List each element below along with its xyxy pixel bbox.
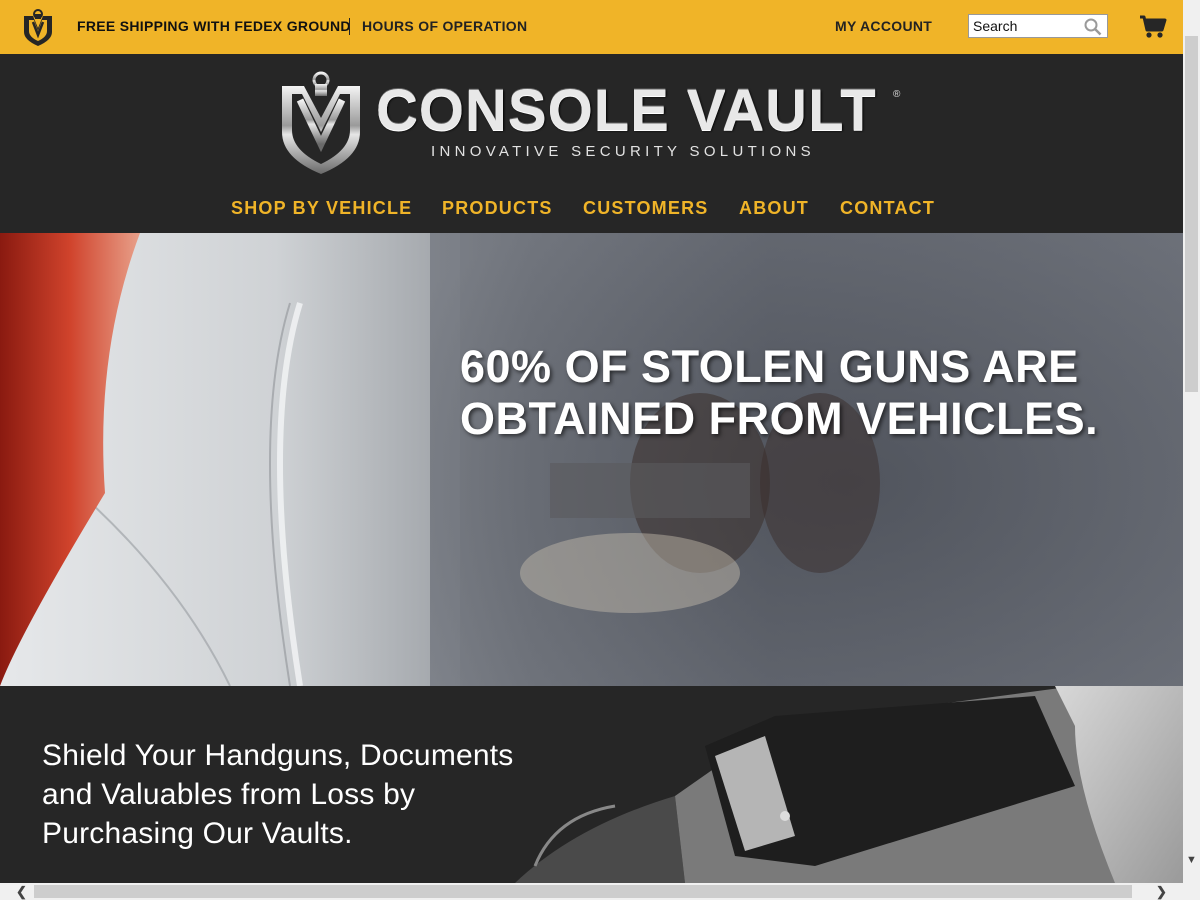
vertical-scrollbar[interactable]: ▲ ▼ (1183, 0, 1200, 883)
promo-line-2: and Valuables from Loss by (42, 778, 416, 811)
nav-about[interactable]: ABOUT (739, 198, 809, 219)
hero-headline-line-1: 60% OF STOLEN GUNS ARE (460, 341, 1079, 392)
free-shipping-link[interactable]: FREE SHIPPING WITH FEDEX GROUND (77, 18, 351, 34)
promo-message: Shield Your Handguns, Documents and Valu… (42, 736, 514, 853)
promo-section: Shield Your Handguns, Documents and Valu… (0, 686, 1183, 883)
nav-shop-by-vehicle[interactable]: SHOP BY VEHICLE (231, 198, 412, 219)
scroll-right-arrow-icon[interactable]: ❯ (1153, 883, 1170, 900)
topbar-divider (349, 18, 350, 35)
promo-line-1: Shield Your Handguns, Documents (42, 739, 514, 772)
tail-light-image (0, 233, 140, 686)
vertical-scroll-thumb[interactable] (1185, 36, 1198, 392)
page: FREE SHIPPING WITH FEDEX GROUND HOURS OF… (0, 0, 1183, 883)
brand-tagline: INNOVATIVE SECURITY SOLUTIONS (431, 143, 815, 160)
scroll-down-arrow-icon[interactable]: ▼ (1183, 852, 1200, 869)
nav-customers[interactable]: CUSTOMERS (583, 198, 708, 219)
nav-contact[interactable]: CONTACT (840, 198, 935, 219)
scrollbar-corner (1183, 883, 1200, 900)
horizontal-scroll-thumb[interactable] (34, 885, 1132, 898)
brand-wordmark[interactable]: CONSOLE VAULT (376, 80, 877, 142)
search-box (968, 14, 1108, 38)
hero-banner: 60% OF STOLEN GUNS ARE OBTAINED FROM VEH… (0, 233, 1183, 686)
my-account-link[interactable]: MY ACCOUNT (835, 18, 932, 34)
thief-arm-image (430, 233, 1183, 686)
brand-shield-logo-icon[interactable] (20, 6, 56, 48)
hero-headline: 60% OF STOLEN GUNS ARE OBTAINED FROM VEH… (460, 341, 1098, 445)
nav-products[interactable]: PRODUCTS (442, 198, 553, 219)
console-vault-shield-emblem-icon[interactable] (280, 70, 362, 176)
magnifier-icon[interactable] (1083, 17, 1103, 37)
hero-headline-line-2: OBTAINED FROM VEHICLES. (460, 393, 1099, 444)
top-utility-bar: FREE SHIPPING WITH FEDEX GROUND HOURS OF… (0, 0, 1183, 54)
search-input[interactable] (973, 16, 1081, 36)
console-vault-product-image (515, 686, 1183, 883)
main-navigation: SHOP BY VEHICLE PRODUCTS CUSTOMERS ABOUT… (0, 198, 1183, 224)
scroll-left-arrow-icon[interactable]: ❮ (13, 883, 30, 900)
registered-mark: ® (893, 89, 901, 100)
hours-of-operation-link[interactable]: HOURS OF OPERATION (362, 18, 527, 34)
horizontal-scrollbar[interactable]: ❮ ❯ (0, 883, 1183, 900)
promo-line-3: Purchasing Our Vaults. (42, 817, 353, 850)
site-header: CONSOLE VAULT ® INNOVATIVE SECURITY SOLU… (0, 54, 1183, 233)
shopping-cart-icon[interactable] (1139, 14, 1167, 40)
